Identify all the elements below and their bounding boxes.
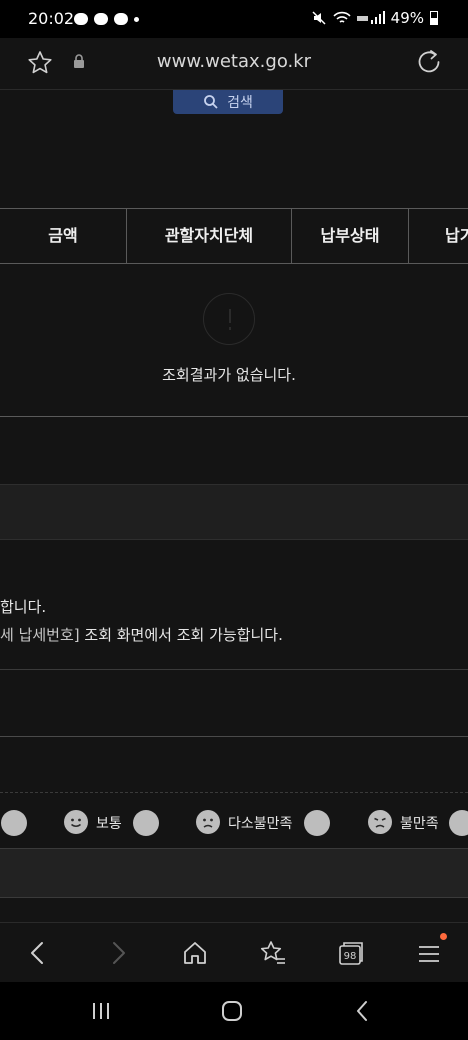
survey-radio[interactable] <box>1 810 27 836</box>
search-button[interactable]: 검색 <box>173 90 283 114</box>
notice-line-2: 세 납세번호] 조회 화면에서 조회 가능합니다. <box>0 624 283 645</box>
chat-notification-icon <box>74 13 88 25</box>
home-button-icon[interactable] <box>219 998 245 1024</box>
empty-result-message: 조회결과가 없습니다. <box>162 366 296 384</box>
column-header-payment-status: 납부상태 <box>292 209 409 263</box>
browser-bottom-nav: 98 <box>0 922 468 982</box>
divider <box>0 669 468 670</box>
battery-percent: 49% <box>390 9 424 27</box>
system-nav-bar <box>0 982 468 1040</box>
column-header-amount: 금액 <box>0 209 127 263</box>
url-text[interactable]: www.wetax.go.kr <box>0 51 468 72</box>
search-icon <box>204 95 218 109</box>
url-bar[interactable]: www.wetax.go.kr <box>0 38 468 90</box>
table-bottom-divider <box>0 416 468 417</box>
tabs-icon[interactable]: 98 <box>337 939 365 967</box>
section-band <box>0 848 468 898</box>
volte-signal-icon <box>356 11 385 24</box>
mute-icon <box>312 11 326 25</box>
tab-count: 98 <box>344 951 357 962</box>
status-bar: 20:02 49% <box>0 0 468 38</box>
section-band <box>0 484 468 540</box>
pill-notification-icon <box>94 13 108 25</box>
dissatisfied-face-icon <box>368 810 392 834</box>
satisfaction-survey: 보통 다소불만족 불만족 <box>0 792 468 850</box>
battery-icon <box>430 11 438 25</box>
system-back-icon[interactable] <box>350 998 376 1024</box>
divider <box>0 736 468 737</box>
forward-icon[interactable] <box>104 939 132 967</box>
more-notifications-icon <box>134 16 139 22</box>
reload-icon[interactable] <box>415 48 443 76</box>
info-icon <box>203 293 255 345</box>
notice-line-1: 합니다. <box>0 598 47 616</box>
column-header-due-date: 납기 <box>445 226 468 245</box>
menu-badge <box>440 933 447 940</box>
column-header-municipality: 관할자치단체 <box>127 209 292 263</box>
somewhat-dissatisfied-face-icon <box>196 810 220 834</box>
recent-apps-icon[interactable] <box>88 998 114 1024</box>
menu-icon[interactable] <box>415 939 443 967</box>
wifi-icon <box>333 11 351 23</box>
results-table-header: 금액 관할자치단체 납부상태 납기 <box>0 208 468 264</box>
survey-radio-dissatisfied[interactable] <box>449 810 468 836</box>
bookmarks-icon[interactable] <box>259 939 287 967</box>
notice-line-2-text: 조회 화면에서 조회 가능합니다. <box>79 626 283 644</box>
survey-radio-somewhat-dissatisfied[interactable] <box>304 810 330 836</box>
notification-icons <box>74 11 139 27</box>
search-button-label: 검색 <box>227 95 253 111</box>
home-icon[interactable] <box>181 939 209 967</box>
back-icon[interactable] <box>24 939 52 967</box>
survey-label-dissatisfied: 불만족 <box>400 816 439 832</box>
neutral-face-icon <box>64 810 88 834</box>
survey-label-somewhat-dissatisfied: 다소불만족 <box>228 816 293 832</box>
talk-notification-icon <box>114 13 128 25</box>
survey-label-neutral: 보통 <box>96 816 122 832</box>
status-right: 49% <box>311 9 438 27</box>
notice-link[interactable]: 세 납세번호] <box>0 626 80 644</box>
status-time: 20:02 <box>28 9 75 28</box>
survey-radio-neutral[interactable] <box>133 810 159 836</box>
